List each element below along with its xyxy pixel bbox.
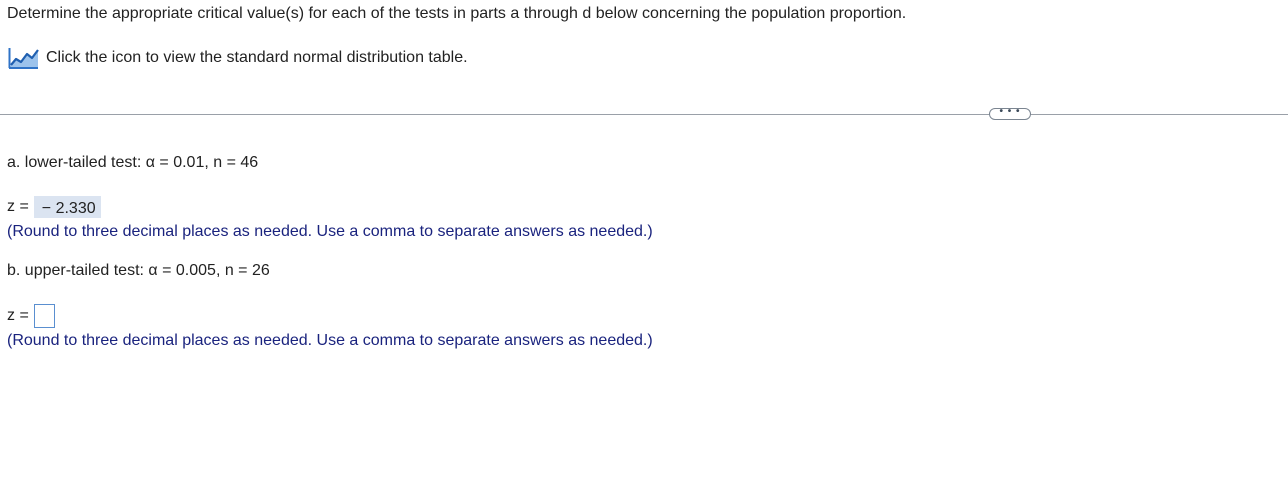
part-b-answer-row: z = (7, 304, 55, 328)
part-a-answer-field[interactable]: − 2.330 (33, 196, 101, 218)
part-a-label: a. lower-tailed test: α = 0.01, n = 46 (7, 154, 259, 171)
question-prompt: Determine the appropriate critical value… (7, 5, 907, 22)
part-a-hint: (Round to three decimal places as needed… (7, 223, 653, 240)
part-b-label: b. upper-tailed test: α = 0.005, n = 26 (7, 262, 270, 279)
ellipsis-icon: • • • (999, 106, 1021, 117)
section-divider (0, 114, 1288, 115)
part-b-z-label: z = (7, 307, 29, 324)
part-b-hint: (Round to three decimal places as needed… (7, 332, 653, 349)
part-a-z-label: z = (7, 198, 29, 215)
normal-table-link[interactable]: Click the icon to view the standard norm… (8, 46, 468, 70)
more-options-button[interactable]: • • • (989, 106, 1031, 120)
normal-table-link-label[interactable]: Click the icon to view the standard norm… (46, 48, 468, 68)
part-a-answer-row: z = − 2.330 (7, 196, 101, 218)
chart-line-icon[interactable] (8, 46, 39, 70)
part-b-answer-input[interactable] (33, 304, 55, 328)
question-page: Determine the appropriate critical value… (0, 0, 1288, 502)
